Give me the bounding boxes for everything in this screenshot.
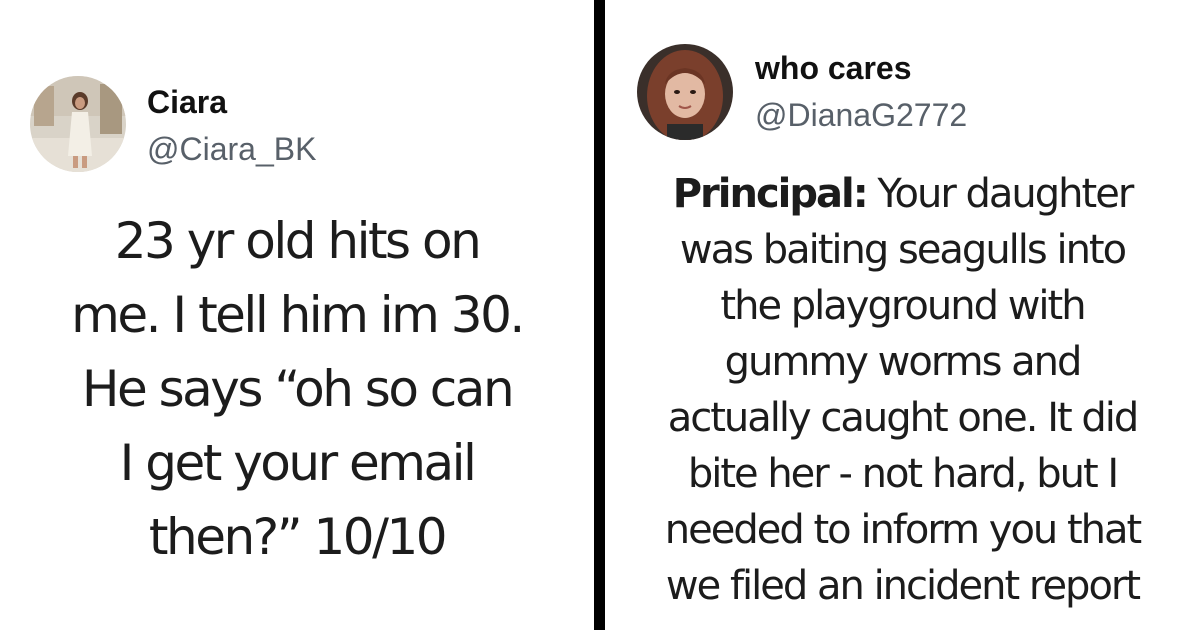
tweet-body-line: then?” 10/10	[148, 508, 448, 566]
tweet-body-line: gummy worms and	[724, 339, 1083, 385]
tweet-body-line: was baiting seagulls into	[679, 227, 1127, 273]
tweet-card-diana: who cares @DianaG2772 Principal: Your da…	[605, 0, 1200, 630]
meme-canvas: Ciara @Ciara_BK 23 yr old hits on me. I …	[0, 0, 1200, 630]
tweet-body-line: He says “oh so can	[81, 360, 515, 418]
panel-divider	[594, 0, 605, 630]
tweet-body-first-rest: Your daughter	[866, 171, 1134, 217]
tweet-body-line: actually caught one. It did	[667, 395, 1140, 441]
tweet-body: 23 yr old hits on me. I tell him im 30. …	[10, 204, 584, 574]
tweet-body: Principal: Your daughter was baiting sea…	[620, 166, 1185, 614]
tweet-body-line: 23 yr old hits on	[114, 212, 482, 270]
avatar-photo-icon	[637, 44, 733, 140]
speaker-label: Principal:	[672, 171, 869, 217]
avatar[interactable]	[637, 44, 733, 140]
tweet-card-ciara: Ciara @Ciara_BK 23 yr old hits on me. I …	[0, 0, 594, 630]
tweet-body-line: I get your email	[119, 434, 477, 492]
avatar-photo-icon	[30, 76, 126, 172]
author-handle[interactable]: @DianaG2772	[755, 97, 967, 133]
tweet-body-line: needed to inform you that	[664, 507, 1142, 553]
tweet-body-line: the playground with	[720, 283, 1086, 329]
tweet-body-line: Principal: Your daughter	[620, 166, 1185, 222]
tweet-body-line: bite her - not hard, but I	[687, 451, 1119, 497]
tweet-body-line: me. I tell him im 30.	[71, 286, 525, 344]
author-display-name[interactable]: who cares	[755, 50, 912, 86]
tweet-body-line: we filed an incident report	[665, 563, 1141, 609]
author-handle[interactable]: @Ciara_BK	[147, 131, 316, 167]
author-display-name[interactable]: Ciara	[147, 84, 227, 120]
avatar[interactable]	[30, 76, 126, 172]
